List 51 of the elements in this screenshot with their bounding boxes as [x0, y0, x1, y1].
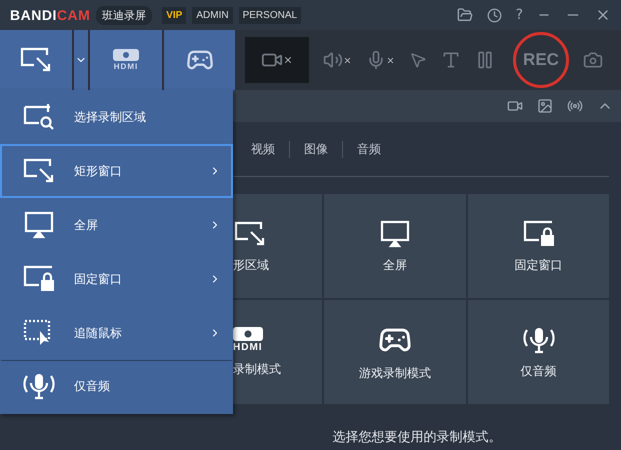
- folder-icon[interactable]: [456, 7, 473, 23]
- tab[interactable]: 视频: [251, 140, 290, 158]
- mode-card[interactable]: 形区域: [233, 194, 322, 298]
- webcam-button[interactable]: [245, 37, 309, 83]
- mode-card[interactable]: 仅音频: [468, 300, 609, 404]
- hint-text: 选择您想要使用的录制模式。: [332, 429, 502, 446]
- mode-card[interactable]: HDMI 录制模式: [233, 300, 322, 404]
- mode-label: 录制模式: [233, 360, 281, 378]
- camera-icon[interactable]: [583, 50, 603, 70]
- speaker-button[interactable]: [323, 50, 352, 70]
- mode-icon: [378, 218, 412, 248]
- mode-label: 固定窗口: [514, 256, 562, 274]
- menu-item[interactable]: 仅音频: [0, 360, 233, 413]
- menu-item[interactable]: 全屏: [0, 198, 233, 252]
- off-x-icon: [343, 56, 352, 64]
- cursor-icon[interactable]: [409, 51, 427, 69]
- off-x-icon: [386, 56, 395, 64]
- text-icon[interactable]: [441, 50, 461, 70]
- license-badge: VIP: [162, 6, 186, 24]
- mode-card[interactable]: 固定窗口: [468, 194, 609, 298]
- device-mode-button[interactable]: HDMI: [90, 30, 162, 90]
- mode-icon: [22, 264, 56, 294]
- menu-item[interactable]: 固定窗口: [0, 252, 233, 306]
- tab[interactable]: 图像: [304, 140, 343, 158]
- mode-icon: [22, 102, 56, 132]
- app-logo: BANDICAM: [10, 7, 90, 23]
- mode-card[interactable]: 全屏: [324, 194, 466, 298]
- mode-icon: [522, 218, 556, 248]
- broadcast-icon[interactable]: [567, 98, 583, 114]
- menu-item[interactable]: 追随鼠标: [0, 306, 233, 360]
- off-x-icon: [283, 55, 293, 65]
- tab[interactable]: 音频: [357, 140, 395, 158]
- license-badge: PERSONAL: [238, 6, 302, 24]
- mode-label: 全屏: [383, 256, 407, 274]
- mode-icon: [22, 210, 56, 240]
- menu-item[interactable]: 矩形窗口: [0, 144, 233, 198]
- mode-label: 形区域: [233, 256, 269, 274]
- help-button[interactable]: ?: [516, 7, 523, 23]
- mode-label: 仅音频: [520, 362, 556, 380]
- screen-mode-button[interactable]: [0, 30, 72, 90]
- mode-icon: [22, 371, 56, 401]
- product-name: 班迪录屏: [96, 6, 152, 24]
- menu-item[interactable]: 选择录制区域: [0, 90, 233, 144]
- image-icon[interactable]: [537, 98, 553, 114]
- mode-card[interactable]: 游戏录制模式: [324, 300, 466, 404]
- mode-label: 游戏录制模式: [359, 364, 431, 382]
- game-mode-button[interactable]: [164, 30, 235, 90]
- license-badge: ADMIN: [192, 6, 233, 24]
- clock-icon[interactable]: [486, 8, 502, 22]
- camera-icon: [113, 49, 139, 61]
- speaker-icon: [323, 50, 343, 70]
